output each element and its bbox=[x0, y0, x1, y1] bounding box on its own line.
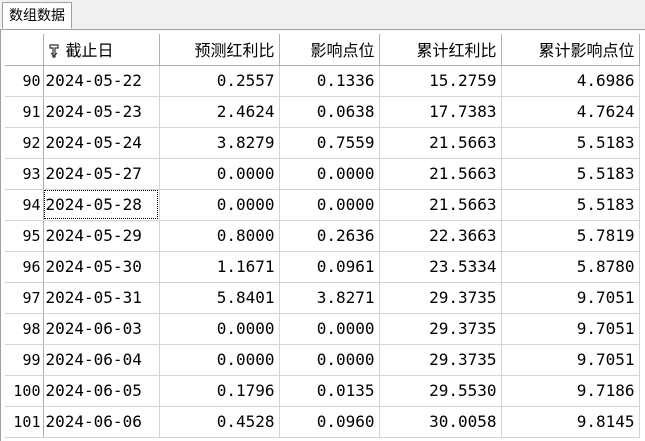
row-number[interactable]: 100 bbox=[5, 375, 44, 407]
cell-pred[interactable]: 2.4624 bbox=[159, 96, 280, 128]
cell-pred[interactable]: 1.1671 bbox=[159, 251, 280, 283]
column-header-date[interactable]: 截止日 bbox=[43, 34, 160, 66]
row-number[interactable]: 93 bbox=[5, 158, 44, 190]
column-header-pred[interactable]: 预测红利比 bbox=[159, 34, 280, 66]
cell-date[interactable]: 2024-05-22 bbox=[43, 65, 160, 97]
cell-cum-pred[interactable]: 29.5530 bbox=[379, 375, 502, 407]
table-row[interactable]: 100 2024-06-05 0.1796 0.0135 29.5530 9.7186 bbox=[5, 375, 640, 407]
row-number[interactable]: 101 bbox=[5, 406, 44, 438]
cell-impact[interactable]: 0.0000 bbox=[279, 158, 380, 190]
row-number[interactable]: 94 bbox=[5, 189, 44, 221]
column-header-cum-pred[interactable]: 累计红利比 bbox=[379, 34, 502, 66]
cell-date[interactable]: 2024-05-24 bbox=[43, 127, 160, 159]
table-row[interactable]: 101 2024-06-06 0.4528 0.0960 30.0058 9.8145 bbox=[5, 406, 640, 438]
cell-pred[interactable]: 3.8279 bbox=[159, 127, 280, 159]
row-number[interactable]: 98 bbox=[5, 313, 44, 345]
cell-impact[interactable]: 3.8271 bbox=[279, 282, 380, 314]
table-row[interactable]: 91 2024-05-23 2.4624 0.0638 17.7383 4.7624 bbox=[5, 96, 640, 128]
column-header-date-label: 截止日 bbox=[65, 41, 114, 61]
column-header-cum-impact[interactable]: 累计影响点位 bbox=[501, 34, 640, 66]
cell-cum-impact[interactable]: 9.7051 bbox=[501, 313, 640, 345]
row-number[interactable]: 97 bbox=[5, 282, 44, 314]
cell-cum-impact[interactable]: 5.5183 bbox=[501, 158, 640, 190]
cell-impact[interactable]: 0.2636 bbox=[279, 220, 380, 252]
cell-pred[interactable]: 0.0000 bbox=[159, 189, 280, 221]
table-row[interactable]: 99 2024-06-04 0.0000 0.0000 29.3735 9.7051 bbox=[5, 344, 640, 376]
cell-date[interactable]: 2024-05-29 bbox=[43, 220, 160, 252]
row-header-corner[interactable] bbox=[5, 34, 44, 66]
data-table: 截止日 预测红利比 影响点位 累计红利比 累计影响点位 90 2024-05-22… bbox=[5, 34, 640, 438]
cell-cum-pred[interactable]: 30.0058 bbox=[379, 406, 502, 438]
tab-bar: 数组数据 bbox=[0, 0, 645, 30]
column-header-impact[interactable]: 影响点位 bbox=[279, 34, 380, 66]
cell-cum-pred[interactable]: 22.3663 bbox=[379, 220, 502, 252]
cell-cum-impact[interactable]: 9.7186 bbox=[501, 375, 640, 407]
cell-cum-pred[interactable]: 29.3735 bbox=[379, 313, 502, 345]
cell-date[interactable]: 2024-06-03 bbox=[43, 313, 160, 345]
cell-cum-impact[interactable]: 5.7819 bbox=[501, 220, 640, 252]
cell-cum-pred[interactable]: 21.5663 bbox=[379, 127, 502, 159]
cell-pred[interactable]: 0.8000 bbox=[159, 220, 280, 252]
cell-date[interactable]: 2024-06-06 bbox=[43, 406, 160, 438]
cell-impact[interactable]: 0.7559 bbox=[279, 127, 380, 159]
row-number[interactable]: 92 bbox=[5, 127, 44, 159]
data-grid[interactable]: 截止日 预测红利比 影响点位 累计红利比 累计影响点位 90 2024-05-22… bbox=[0, 30, 645, 441]
row-number[interactable]: 90 bbox=[5, 65, 44, 97]
cell-impact[interactable]: 0.1336 bbox=[279, 65, 380, 97]
cell-cum-pred[interactable]: 17.7383 bbox=[379, 96, 502, 128]
cell-date[interactable]: 2024-05-27 bbox=[43, 158, 160, 190]
cell-date[interactable]: 2024-06-04 bbox=[43, 344, 160, 376]
row-number[interactable]: 95 bbox=[5, 220, 44, 252]
cell-cum-pred[interactable]: 15.2759 bbox=[379, 65, 502, 97]
cell-cum-impact[interactable]: 5.5183 bbox=[501, 189, 640, 221]
table-row[interactable]: 95 2024-05-29 0.8000 0.2636 22.3663 5.7819 bbox=[5, 220, 640, 252]
cell-impact[interactable]: 0.0000 bbox=[279, 189, 380, 221]
cell-cum-impact[interactable]: 9.7051 bbox=[501, 344, 640, 376]
table-row[interactable]: 93 2024-05-27 0.0000 0.0000 21.5663 5.5183 bbox=[5, 158, 640, 190]
cell-pred[interactable]: 5.8401 bbox=[159, 282, 280, 314]
cell-date[interactable]: 2024-05-28 bbox=[43, 189, 160, 221]
cell-pred[interactable]: 0.0000 bbox=[159, 158, 280, 190]
table-row[interactable]: 92 2024-05-24 3.8279 0.7559 21.5663 5.5183 bbox=[5, 127, 640, 159]
cell-cum-pred[interactable]: 29.3735 bbox=[379, 344, 502, 376]
cell-pred[interactable]: 0.1796 bbox=[159, 375, 280, 407]
row-number[interactable]: 91 bbox=[5, 96, 44, 128]
sort-icon[interactable] bbox=[48, 44, 60, 58]
table-row[interactable]: 98 2024-06-03 0.0000 0.0000 29.3735 9.7051 bbox=[5, 313, 640, 345]
cell-pred[interactable]: 0.2557 bbox=[159, 65, 280, 97]
cell-pred[interactable]: 0.4528 bbox=[159, 406, 280, 438]
cell-impact[interactable]: 0.0135 bbox=[279, 375, 380, 407]
cell-pred[interactable]: 0.0000 bbox=[159, 313, 280, 345]
cell-impact[interactable]: 0.0960 bbox=[279, 406, 380, 438]
cell-date[interactable]: 2024-06-05 bbox=[43, 375, 160, 407]
cell-cum-impact[interactable]: 5.8780 bbox=[501, 251, 640, 283]
cell-impact[interactable]: 0.0000 bbox=[279, 344, 380, 376]
row-number[interactable]: 96 bbox=[5, 251, 44, 283]
cell-cum-pred[interactable]: 23.5334 bbox=[379, 251, 502, 283]
cell-cum-impact[interactable]: 9.8145 bbox=[501, 406, 640, 438]
cell-cum-pred[interactable]: 29.3735 bbox=[379, 282, 502, 314]
table-row[interactable]: 97 2024-05-31 5.8401 3.8271 29.3735 9.7051 bbox=[5, 282, 640, 314]
cell-impact[interactable]: 0.0961 bbox=[279, 251, 380, 283]
cell-pred[interactable]: 0.0000 bbox=[159, 344, 280, 376]
cell-impact[interactable]: 0.0638 bbox=[279, 96, 380, 128]
cell-cum-pred[interactable]: 21.5663 bbox=[379, 189, 502, 221]
cell-date[interactable]: 2024-05-30 bbox=[43, 251, 160, 283]
tab-array-data[interactable]: 数组数据 bbox=[2, 2, 72, 29]
table-row[interactable]: 90 2024-05-22 0.2557 0.1336 15.2759 4.6986 bbox=[5, 65, 640, 97]
cell-date[interactable]: 2024-05-31 bbox=[43, 282, 160, 314]
cell-cum-impact[interactable]: 5.5183 bbox=[501, 127, 640, 159]
header-row: 截止日 预测红利比 影响点位 累计红利比 累计影响点位 bbox=[5, 34, 640, 66]
cell-cum-impact[interactable]: 9.7051 bbox=[501, 282, 640, 314]
cell-date[interactable]: 2024-05-23 bbox=[43, 96, 160, 128]
cell-cum-impact[interactable]: 4.6986 bbox=[501, 65, 640, 97]
cell-cum-impact[interactable]: 4.7624 bbox=[501, 96, 640, 128]
cell-impact[interactable]: 0.0000 bbox=[279, 313, 380, 345]
data-window: 数组数据 截止日 预测红利比 影响点位 累计红利比 累计影响点位 90 2024… bbox=[0, 0, 645, 441]
table-row[interactable]: 94 2024-05-28 0.0000 0.0000 21.5663 5.5183 bbox=[5, 189, 640, 221]
table-body: 90 2024-05-22 0.2557 0.1336 15.2759 4.6986 91 2… bbox=[5, 65, 640, 438]
table-row[interactable]: 96 2024-05-30 1.1671 0.0961 23.5334 5.8780 bbox=[5, 251, 640, 283]
cell-cum-pred[interactable]: 21.5663 bbox=[379, 158, 502, 190]
row-number[interactable]: 99 bbox=[5, 344, 44, 376]
